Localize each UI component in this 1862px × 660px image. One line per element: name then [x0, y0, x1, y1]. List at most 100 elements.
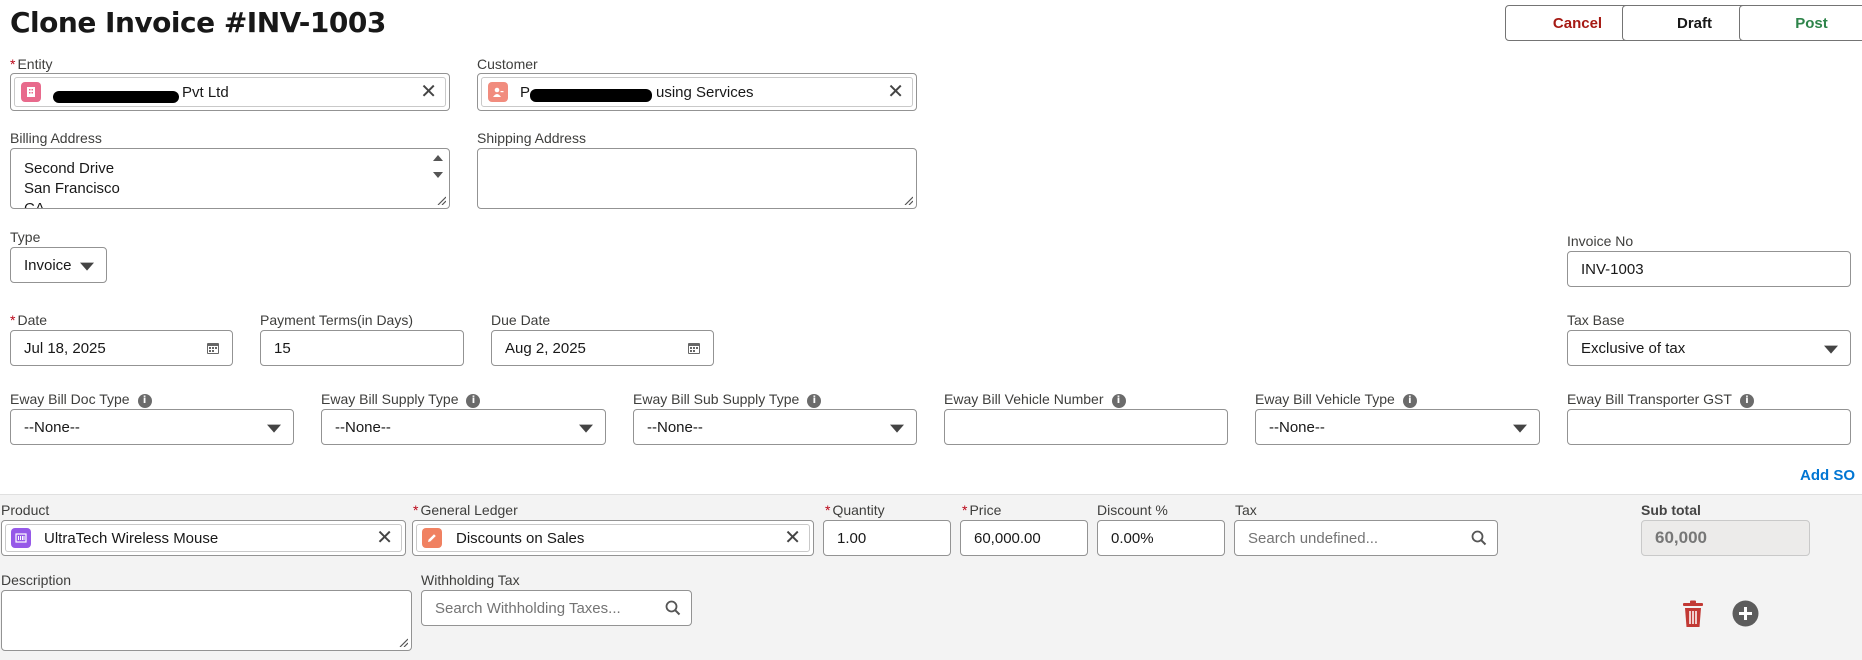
withholding-tax-label: Withholding Tax — [421, 572, 520, 588]
payment-terms-value: 15 — [274, 339, 291, 357]
sub-total-label: Sub total — [1641, 502, 1701, 518]
customer-label: Customer — [477, 56, 538, 72]
customer-value: using Services — [656, 83, 754, 101]
withholding-tax-search-input[interactable]: Search Withholding Taxes... — [421, 590, 692, 626]
clear-icon[interactable]: ✕ — [376, 528, 393, 548]
customer-value-prefix: P — [520, 83, 531, 101]
add-so-link[interactable]: Add SO — [1800, 467, 1855, 484]
tax-base-select[interactable]: Exclusive of tax — [1567, 330, 1851, 366]
eway-transporter-gst-label: Eway Bill Transporter GST i — [1567, 391, 1754, 408]
invoice-no-label: Invoice No — [1567, 233, 1634, 249]
clear-icon[interactable]: ✕ — [784, 528, 801, 548]
due-date-value: Aug 2, 2025 — [505, 339, 586, 357]
eway-supply-type-select[interactable]: --None-- — [321, 409, 606, 445]
chevron-down-icon — [1824, 345, 1838, 354]
eway-vehicle-type-select[interactable]: --None-- — [1255, 409, 1540, 445]
clear-icon[interactable]: ✕ — [420, 82, 437, 102]
date-value: Jul 18, 2025 — [24, 339, 106, 357]
billing-address-textarea[interactable]: Second Drive San Francisco CA — [10, 148, 450, 209]
withholding-tax-placeholder: Search Withholding Taxes... — [435, 599, 621, 617]
general-ledger-label: * General Ledger — [413, 502, 518, 518]
product-value: UltraTech Wireless Mouse — [44, 529, 219, 547]
chevron-down-icon — [890, 424, 904, 433]
discount-input[interactable]: 0.00% — [1097, 520, 1225, 556]
product-label: Product — [1, 502, 50, 518]
trash-icon — [1683, 600, 1703, 627]
redaction — [53, 91, 179, 103]
eway-vehicle-type-value: --None-- — [1269, 418, 1325, 436]
price-label: * Price — [962, 502, 1002, 518]
chevron-down-icon — [80, 262, 94, 271]
sub-total-value-box: 60,000 — [1641, 520, 1810, 556]
type-select[interactable]: Invoice — [10, 247, 107, 283]
entity-value: Pvt Ltd — [182, 83, 229, 101]
price-input[interactable]: 60,000.00 — [960, 520, 1088, 556]
clear-icon[interactable]: ✕ — [887, 82, 904, 102]
info-icon[interactable]: i — [1402, 394, 1417, 408]
eway-transporter-gst-input[interactable] — [1567, 409, 1851, 445]
product-lookup[interactable]: UltraTech Wireless Mouse ✕ — [1, 520, 406, 556]
type-label: Type — [10, 229, 41, 245]
resize-handle-icon[interactable] — [903, 195, 913, 205]
eway-sub-supply-type-select[interactable]: --None-- — [633, 409, 917, 445]
eway-vehicle-number-label: Eway Bill Vehicle Number i — [944, 391, 1126, 408]
eway-supply-type-label: Eway Bill Supply Type i — [321, 391, 481, 408]
entity-label: * Entity — [10, 56, 53, 72]
eway-doc-type-select[interactable]: --None-- — [10, 409, 294, 445]
product-icon — [11, 528, 31, 548]
sub-total-value: 60,000 — [1655, 528, 1707, 547]
due-date-input[interactable]: Aug 2, 2025 — [491, 330, 714, 366]
eway-vehicle-number-input[interactable] — [944, 409, 1228, 445]
price-value: 60,000.00 — [974, 529, 1041, 547]
description-textarea[interactable] — [1, 590, 412, 651]
delete-row-button[interactable] — [1680, 600, 1706, 633]
eway-sub-supply-type-value: --None-- — [647, 418, 703, 436]
discount-value: 0.00% — [1111, 529, 1154, 547]
tax-base-label: Tax Base — [1567, 312, 1625, 328]
customer-lookup[interactable]: P using Services ✕ — [477, 73, 917, 111]
pencil-icon — [422, 528, 442, 548]
payment-terms-label: Payment Terms(in Days) — [260, 312, 414, 328]
info-icon[interactable]: i — [1111, 394, 1126, 408]
search-icon — [1471, 530, 1487, 546]
type-value: Invoice — [24, 256, 72, 274]
info-icon[interactable]: i — [1739, 394, 1754, 408]
shipping-address-label: Shipping Address — [477, 130, 586, 146]
info-icon[interactable]: i — [807, 394, 822, 408]
discount-label: Discount % — [1097, 502, 1168, 518]
plus-circle-icon — [1732, 600, 1759, 627]
eway-doc-type-label: Eway Bill Doc Type i — [10, 391, 152, 408]
date-label: * Date — [10, 312, 48, 328]
billing-line: San Francisco — [24, 180, 120, 197]
resize-handle-icon[interactable] — [398, 637, 408, 647]
page-title: Clone Invoice #INV-1003 — [10, 6, 386, 39]
entity-lookup[interactable]: Pvt Ltd ✕ — [10, 73, 450, 111]
add-row-button[interactable] — [1732, 600, 1759, 632]
quantity-value: 1.00 — [837, 529, 867, 547]
info-icon[interactable]: i — [137, 394, 152, 408]
calendar-icon[interactable] — [206, 341, 220, 355]
resize-handle-icon[interactable] — [436, 195, 446, 205]
quantity-label: * Quantity — [825, 502, 885, 518]
tax-search-input[interactable]: Search undefined... — [1234, 520, 1498, 556]
eway-vehicle-type-label: Eway Bill Vehicle Type i — [1255, 391, 1417, 408]
payment-terms-input[interactable]: 15 — [260, 330, 464, 366]
shipping-address-textarea[interactable] — [477, 148, 917, 209]
post-button[interactable]: Post — [1739, 5, 1862, 41]
redaction — [530, 89, 652, 102]
invoice-no-value: INV-1003 — [1581, 260, 1644, 278]
due-date-label: Due Date — [491, 312, 551, 328]
invoice-no-input[interactable]: INV-1003 — [1567, 251, 1851, 287]
description-label: Description — [1, 572, 72, 588]
search-icon — [665, 600, 681, 616]
billing-address-label: Billing Address — [10, 130, 102, 146]
billing-line: Second Drive — [24, 160, 115, 177]
quantity-input[interactable]: 1.00 — [823, 520, 951, 556]
general-ledger-lookup[interactable]: Discounts on Sales ✕ — [412, 520, 814, 556]
calendar-icon[interactable] — [687, 341, 701, 355]
eway-sub-supply-type-label: Eway Bill Sub Supply Type i — [633, 391, 822, 408]
tax-label: Tax — [1235, 502, 1257, 518]
chevron-down-icon — [579, 424, 593, 433]
date-input[interactable]: Jul 18, 2025 — [10, 330, 233, 366]
info-icon[interactable]: i — [466, 394, 481, 408]
